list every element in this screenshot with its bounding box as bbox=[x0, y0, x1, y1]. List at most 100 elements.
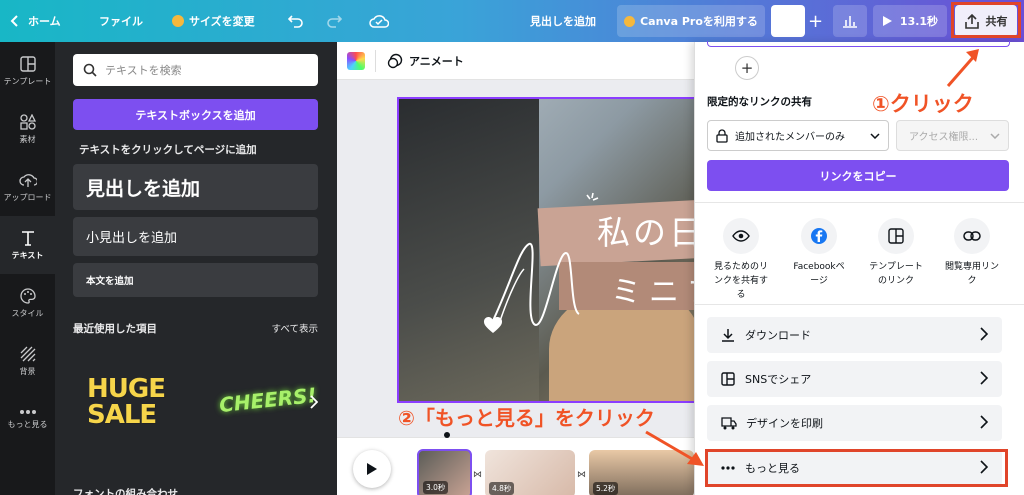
click-hint: テキストをクリックしてページに追加 bbox=[79, 144, 257, 156]
page-duration: 4.8秒 bbox=[489, 482, 515, 495]
step1-annotation: ①クリック bbox=[872, 92, 974, 116]
huge-sale-sample[interactable]: HUGE SALE bbox=[87, 374, 166, 430]
add-heading-button[interactable]: 見出しを追加 bbox=[73, 164, 318, 210]
show-all-link[interactable]: すべて表示 bbox=[272, 321, 318, 335]
background-icon bbox=[20, 346, 35, 361]
chevron-right-icon bbox=[980, 371, 988, 385]
row-label: SNSでシェア bbox=[745, 373, 812, 386]
recent-heading: 最近使用した項目 bbox=[73, 323, 157, 335]
restricted-link-heading: 限定的なリンクの共有 bbox=[707, 96, 812, 108]
share-option-readonly-link[interactable]: 閲覧専用リンク bbox=[942, 218, 1002, 288]
design-page[interactable]: 私の日 ミニブ bbox=[397, 97, 697, 403]
share-highlight-box bbox=[951, 2, 1021, 38]
eye-icon bbox=[732, 230, 750, 242]
row-label: ダウンロード bbox=[745, 329, 811, 342]
step2-annotation: ②「もっと見る」をクリック bbox=[398, 406, 655, 430]
link-access-value: 追加されたメンバーのみ bbox=[735, 132, 845, 143]
redo-icon bbox=[327, 15, 342, 28]
transition-icon[interactable]: ⋈ bbox=[473, 470, 482, 480]
toolbar-divider bbox=[375, 50, 376, 72]
file-label: ファイル bbox=[99, 15, 143, 28]
rail-label: テンプレート bbox=[3, 76, 52, 86]
link-access-select[interactable]: 追加されたメンバーのみ bbox=[707, 120, 889, 151]
add-body-button[interactable]: 本文を追加 bbox=[73, 263, 318, 297]
template-icon bbox=[19, 55, 36, 72]
add-people-button[interactable]: + bbox=[735, 56, 759, 80]
playhead-marker bbox=[444, 432, 450, 438]
social-share-row[interactable]: SNSでシェア bbox=[707, 361, 1002, 397]
sample-text: SALE bbox=[87, 400, 157, 430]
crown-icon bbox=[624, 15, 636, 27]
rail-item-text[interactable]: テキスト bbox=[0, 216, 55, 274]
share-panel: + 限定的なリンクの共有 追加されたメンバーのみ アクセス権限... リンクをコ… bbox=[694, 41, 1024, 495]
animate-icon bbox=[387, 53, 403, 69]
file-menu[interactable]: ファイル bbox=[99, 0, 143, 42]
canva-editor: ホーム ファイル サイズを変更 見出しを追加 Canva Proを利用する + bbox=[0, 0, 1024, 495]
carousel-next-button[interactable] bbox=[310, 394, 319, 413]
canva-pro-button[interactable]: Canva Proを利用する bbox=[617, 5, 765, 37]
divider bbox=[695, 304, 1024, 305]
chevron-down-icon bbox=[870, 132, 880, 139]
sample-text: HUGE bbox=[87, 374, 166, 404]
undo-button[interactable] bbox=[288, 0, 304, 42]
rail-label: 素材 bbox=[19, 134, 36, 144]
transition-icon[interactable]: ⋈ bbox=[577, 470, 586, 480]
rail-label: アップロード bbox=[3, 192, 52, 202]
add-subheading-button[interactable]: 小見出しを追加 bbox=[73, 217, 318, 256]
animate-button[interactable]: アニメート bbox=[387, 42, 464, 80]
design-title-text: 私の日 bbox=[597, 213, 697, 252]
elements-icon bbox=[19, 113, 36, 130]
more-highlight-box bbox=[705, 449, 1008, 487]
page-thumbnail[interactable]: 4.8秒 bbox=[485, 450, 575, 495]
rail-item-template[interactable]: テンプレート bbox=[0, 42, 55, 100]
share-option-label: Facebookページ bbox=[793, 262, 845, 286]
page-thumbnail[interactable]: 3.0秒 bbox=[417, 449, 472, 495]
redo-button[interactable] bbox=[326, 0, 342, 42]
share-option-view-link[interactable]: 見るためのリンクを共有する bbox=[711, 218, 771, 302]
home-button[interactable]: ホーム bbox=[10, 0, 61, 42]
cheers-sample[interactable]: CHEERS! bbox=[218, 383, 318, 417]
rail-label: 背景 bbox=[19, 366, 36, 376]
rail-label: テキスト bbox=[11, 250, 44, 260]
chevron-right-icon bbox=[310, 395, 319, 409]
social-share-icon bbox=[721, 372, 735, 386]
play-button[interactable] bbox=[353, 450, 391, 488]
share-option-facebook[interactable]: Facebookページ bbox=[789, 218, 849, 288]
add-textbox-label: テキストボックスを追加 bbox=[135, 108, 256, 122]
print-design-row[interactable]: デザインを印刷 bbox=[707, 405, 1002, 441]
share-option-template-link[interactable]: テンプレートのリンク bbox=[866, 218, 926, 288]
present-button[interactable]: 13.1秒 bbox=[873, 5, 947, 37]
access-permission-select[interactable]: アクセス権限... bbox=[896, 120, 1009, 151]
color-picker-icon[interactable] bbox=[347, 52, 365, 70]
add-heading-link[interactable]: 見出しを追加 bbox=[530, 0, 596, 42]
rail-item-background[interactable]: 背景 bbox=[0, 332, 55, 390]
rail-item-more[interactable]: もっと見る bbox=[0, 390, 55, 448]
add-collaborator-button[interactable]: + bbox=[808, 0, 823, 42]
search-placeholder: テキストを検索 bbox=[105, 64, 182, 77]
canvas-toolbar: アニメート bbox=[337, 42, 694, 80]
page-duration: 5.2秒 bbox=[593, 482, 619, 495]
chevron-down-icon bbox=[990, 132, 1000, 139]
chevron-right-icon bbox=[980, 327, 988, 341]
arrow-to-share-icon bbox=[946, 49, 979, 87]
more-icon bbox=[19, 409, 36, 414]
download-row[interactable]: ダウンロード bbox=[707, 317, 1002, 353]
add-textbox-button[interactable]: テキストボックスを追加 bbox=[73, 99, 318, 130]
copy-link-label: リンクをコピー bbox=[819, 169, 897, 183]
search-input[interactable]: テキストを検索 bbox=[73, 54, 318, 86]
animate-label: アニメート bbox=[409, 55, 464, 68]
rail-item-style[interactable]: スタイル bbox=[0, 274, 55, 332]
avatar[interactable] bbox=[771, 5, 805, 37]
rail-item-elements[interactable]: 素材 bbox=[0, 100, 55, 158]
play-icon bbox=[882, 16, 892, 26]
cloud-save-button[interactable] bbox=[369, 0, 389, 42]
resize-button[interactable]: サイズを変更 bbox=[172, 0, 255, 42]
copy-link-button[interactable]: リンクをコピー bbox=[707, 160, 1009, 191]
share-option-label: 閲覧専用リンク bbox=[944, 262, 999, 286]
share-option-circle bbox=[954, 218, 990, 254]
play-time: 13.1秒 bbox=[899, 15, 939, 28]
font-combos-heading: フォントの組み合わせ bbox=[73, 488, 178, 495]
insights-button[interactable] bbox=[833, 5, 867, 37]
share-option-label: 見るためのリンクを共有する bbox=[713, 262, 768, 300]
rail-item-upload[interactable]: アップロード bbox=[0, 158, 55, 216]
